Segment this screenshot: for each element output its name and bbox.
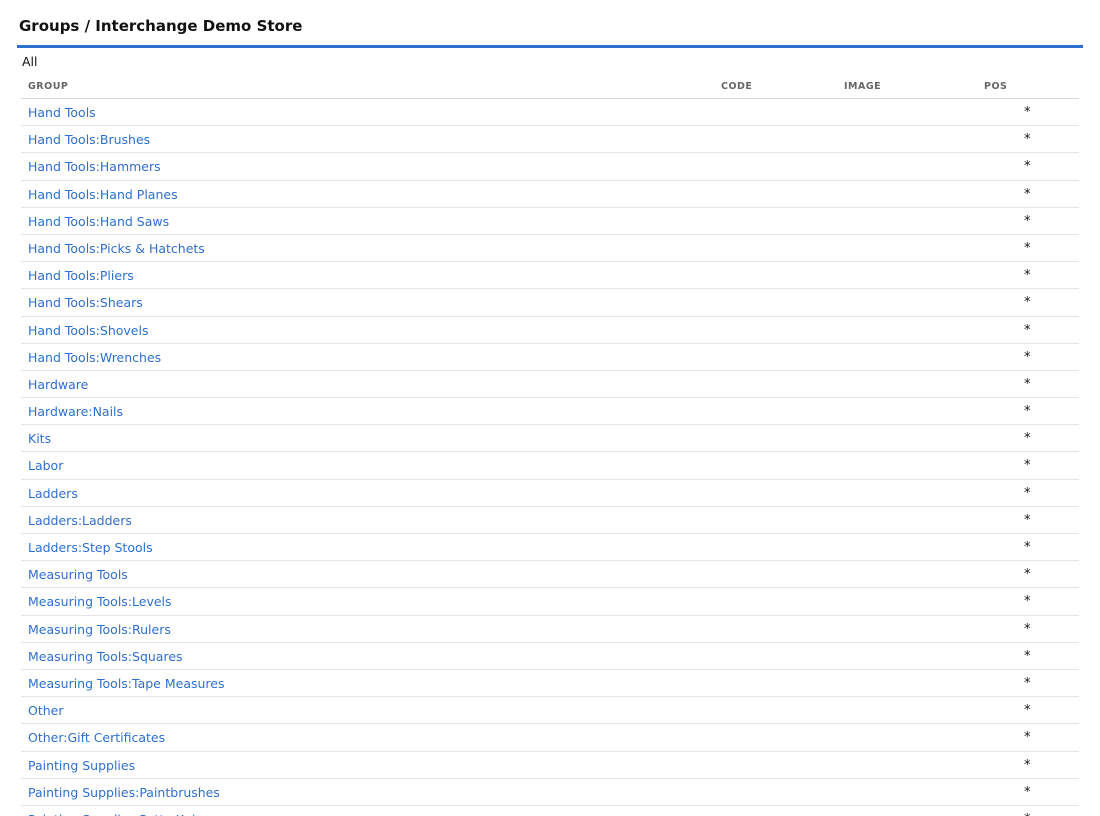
table-row: Hardware * (21, 371, 1079, 399)
pos-cell: * (1024, 431, 1031, 447)
table-row: Hand Tools:Brushes * (21, 126, 1079, 154)
pos-cell: * (1024, 485, 1031, 501)
pos-cell: * (1024, 268, 1031, 284)
column-header-pos[interactable]: POS (984, 81, 1007, 92)
table-row: Measuring Tools * (21, 561, 1079, 589)
group-link[interactable]: Ladders:Step Stools (28, 540, 153, 555)
group-link[interactable]: Hand Tools:Hand Saws (28, 214, 169, 229)
pos-cell: * (1024, 730, 1031, 746)
table-row: Hand Tools:Hand Planes * (21, 181, 1079, 208)
filter-all-link[interactable]: All (22, 54, 38, 69)
pos-cell: * (1024, 349, 1031, 365)
pos-cell: * (1024, 213, 1031, 229)
group-link[interactable]: Hand Tools:Shovels (28, 323, 148, 338)
table-body: Hand Tools * Hand Tools:Brushes * Hand Tools… (21, 99, 1079, 816)
group-link[interactable]: Hand Tools:Picks & Hatchets (28, 241, 205, 256)
pos-cell: * (1024, 376, 1031, 392)
group-link[interactable]: Labor (28, 458, 63, 473)
group-link[interactable]: Measuring Tools (28, 567, 128, 582)
column-header-code[interactable]: CODE (721, 81, 752, 92)
group-link[interactable]: Kits (28, 431, 51, 446)
group-link[interactable]: Hardware:Nails (28, 404, 123, 419)
table-row: Hand Tools:Hand Saws * (21, 208, 1079, 235)
groups-page: Groups / Interchange Demo Store All GROU… (0, 0, 1100, 816)
pos-cell: * (1024, 240, 1031, 256)
pos-cell: * (1024, 105, 1031, 120)
column-header-group[interactable]: GROUP (28, 81, 68, 92)
table-row: Hand Tools:Picks & Hatchets * (21, 235, 1079, 263)
group-link[interactable]: Hand Tools:Hand Planes (28, 187, 178, 202)
pos-cell: * (1024, 404, 1031, 420)
table-row: Painting Supplies * (21, 752, 1079, 779)
table-row: Measuring Tools:Tape Measures * (21, 670, 1079, 698)
page-title: Groups / Interchange Demo Store (19, 17, 303, 35)
group-link[interactable]: Hand Tools:Pliers (28, 268, 134, 283)
group-link[interactable]: Ladders (28, 486, 78, 501)
pos-cell: * (1024, 186, 1031, 202)
group-link[interactable]: Ladders:Ladders (28, 513, 132, 528)
table-row: Hand Tools:Shears * (21, 289, 1079, 317)
group-link[interactable]: Measuring Tools:Rulers (28, 622, 171, 637)
pos-cell: * (1024, 675, 1031, 691)
group-link[interactable]: Hand Tools (28, 105, 96, 120)
group-link[interactable]: Measuring Tools:Squares (28, 649, 183, 664)
pos-cell: * (1024, 132, 1031, 148)
pos-cell: * (1024, 594, 1031, 610)
pos-cell: * (1024, 703, 1031, 719)
pos-cell: * (1024, 567, 1031, 583)
table-row: Measuring Tools:Rulers * (21, 616, 1079, 643)
group-link[interactable]: Painting Supplies:Putty Knives (28, 812, 217, 816)
table-row: Ladders:Ladders * (21, 507, 1079, 534)
group-link[interactable]: Painting Supplies:Paintbrushes (28, 785, 220, 800)
table-row: Kits * (21, 425, 1079, 453)
table-row: Hand Tools:Hammers * (21, 153, 1079, 181)
groups-table: GROUP CODE IMAGE POS Hand Tools * Hand Too… (21, 72, 1079, 816)
table-row: Hand Tools * (21, 99, 1079, 127)
pos-cell: * (1024, 322, 1031, 338)
table-row: Hardware:Nails * (21, 398, 1079, 426)
group-link[interactable]: Hardware (28, 377, 88, 392)
table-row: Ladders:Step Stools * (21, 534, 1079, 562)
group-link[interactable]: Other (28, 703, 64, 718)
page-header: Groups / Interchange Demo Store (17, 0, 1083, 48)
group-link[interactable]: Hand Tools:Shears (28, 295, 143, 310)
group-link[interactable]: Hand Tools:Brushes (28, 132, 150, 147)
pos-cell: * (1024, 540, 1031, 555)
pos-cell: * (1024, 621, 1031, 637)
table-row: Labor * (21, 452, 1079, 480)
table-row: Other:Gift Certificates * (21, 724, 1079, 752)
pos-cell: * (1024, 159, 1031, 175)
group-link[interactable]: Measuring Tools:Tape Measures (28, 676, 224, 691)
table-row: Painting Supplies:Putty Knives * (21, 806, 1079, 816)
pos-cell: * (1024, 812, 1031, 816)
column-header-image[interactable]: IMAGE (844, 81, 881, 92)
pos-cell: * (1024, 648, 1031, 664)
group-link[interactable]: Painting Supplies (28, 758, 135, 773)
table-header: GROUP CODE IMAGE POS (21, 72, 1079, 99)
pos-cell: * (1024, 512, 1031, 528)
group-link[interactable]: Hand Tools:Hammers (28, 159, 161, 174)
table-row: Hand Tools:Pliers * (21, 262, 1079, 290)
table-row: Painting Supplies:Paintbrushes * (21, 779, 1079, 806)
group-link[interactable]: Measuring Tools:Levels (28, 594, 172, 609)
table-row: Other * (21, 697, 1079, 725)
table-row: Hand Tools:Wrenches * (21, 344, 1079, 371)
pos-cell: * (1024, 757, 1031, 773)
pos-cell: * (1024, 458, 1031, 474)
table-row: Measuring Tools:Levels * (21, 588, 1079, 616)
table-row: Ladders * (21, 480, 1079, 507)
group-link[interactable]: Other:Gift Certificates (28, 730, 165, 745)
pos-cell: * (1024, 295, 1031, 311)
pos-cell: * (1024, 784, 1031, 800)
table-row: Measuring Tools:Squares * (21, 643, 1079, 670)
group-link[interactable]: Hand Tools:Wrenches (28, 350, 161, 365)
table-row: Hand Tools:Shovels * (21, 317, 1079, 344)
